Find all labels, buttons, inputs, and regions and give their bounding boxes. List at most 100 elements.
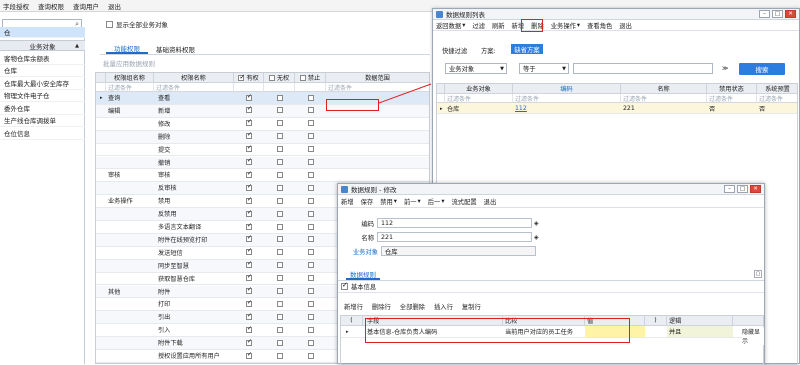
filter-cell[interactable]: 过滤条件 bbox=[106, 83, 154, 92]
checkbox[interactable] bbox=[276, 223, 283, 230]
checkbox[interactable] bbox=[276, 171, 283, 178]
data-scope-cell[interactable] bbox=[326, 118, 429, 129]
tab-basic-perm[interactable]: 基础资料权限 bbox=[148, 43, 203, 54]
tab-data-rule[interactable]: 数据规则 bbox=[346, 269, 380, 280]
checkbox[interactable] bbox=[299, 74, 306, 81]
filter-cell[interactable]: 过滤条件 bbox=[445, 94, 513, 103]
filter-cell[interactable] bbox=[234, 83, 264, 92]
checkbox[interactable] bbox=[307, 223, 314, 230]
minimize-icon[interactable]: – bbox=[759, 10, 770, 18]
checkbox[interactable] bbox=[246, 105, 252, 114]
checkbox[interactable] bbox=[307, 236, 314, 243]
default-scheme-button[interactable]: 缺省方案 bbox=[511, 44, 543, 54]
filter-value-input[interactable] bbox=[573, 63, 713, 74]
checkbox[interactable] bbox=[276, 262, 283, 269]
list-item[interactable]: 物理文件电子仓 bbox=[0, 90, 85, 102]
checkbox[interactable] bbox=[276, 300, 283, 307]
basic-info-section[interactable]: 基本信息 bbox=[341, 281, 376, 291]
checkbox[interactable] bbox=[246, 312, 252, 320]
tb-add[interactable]: 新增 bbox=[341, 197, 354, 206]
checkbox[interactable] bbox=[307, 184, 314, 191]
checkbox[interactable] bbox=[307, 197, 314, 204]
checkbox[interactable] bbox=[307, 313, 314, 320]
checkbox[interactable] bbox=[246, 157, 252, 165]
name-field[interactable]: 221 bbox=[377, 232, 532, 242]
filter-cell[interactable]: 过滤条件 bbox=[757, 94, 797, 103]
search-button[interactable]: 搜索 bbox=[739, 63, 785, 75]
checkbox[interactable] bbox=[276, 197, 283, 204]
operator-select[interactable]: 等于 ▼ bbox=[519, 63, 569, 74]
checkbox[interactable] bbox=[307, 339, 314, 346]
filter-cell[interactable] bbox=[437, 94, 445, 103]
checkbox[interactable] bbox=[246, 222, 252, 230]
sort-icon[interactable]: ▲ bbox=[75, 43, 79, 49]
close-icon[interactable]: ✕ bbox=[785, 10, 796, 18]
lang-icon[interactable]: ◈ bbox=[534, 220, 539, 227]
menu-query-user[interactable]: 查询用户 bbox=[73, 1, 99, 11]
checkbox[interactable] bbox=[276, 275, 283, 282]
checkbox[interactable] bbox=[307, 288, 314, 294]
filter-cell[interactable]: 过滤条件 bbox=[513, 94, 621, 103]
checkbox[interactable] bbox=[246, 234, 252, 243]
table-row[interactable]: 修改 bbox=[96, 118, 429, 131]
filter-cell[interactable]: 过滤条件 bbox=[326, 83, 429, 92]
checkbox[interactable] bbox=[246, 351, 252, 359]
list-item[interactable]: 仓 bbox=[0, 27, 85, 38]
tb-filter[interactable]: 过滤 bbox=[472, 21, 485, 30]
insert-row-button[interactable]: 插入行 bbox=[434, 302, 453, 311]
table-row[interactable]: 审核 审核 bbox=[96, 169, 429, 183]
checkbox[interactable] bbox=[238, 73, 245, 82]
code-cell[interactable]: 112 bbox=[513, 103, 621, 114]
checkbox[interactable] bbox=[276, 249, 283, 256]
filter-cell[interactable] bbox=[295, 83, 326, 92]
table-row[interactable]: ▸ 仓库 112 221 否 否 bbox=[437, 103, 797, 115]
filter-cell[interactable] bbox=[96, 83, 106, 92]
maximize-icon[interactable]: □ bbox=[737, 185, 748, 193]
business-object-label[interactable]: 业务对象 bbox=[346, 247, 378, 256]
checkbox[interactable] bbox=[276, 146, 283, 153]
checkbox[interactable] bbox=[246, 273, 252, 282]
checkbox[interactable] bbox=[307, 107, 314, 114]
checkbox[interactable] bbox=[246, 144, 252, 153]
checkbox[interactable] bbox=[307, 275, 314, 282]
delete-row-button[interactable]: 删除行 bbox=[372, 302, 391, 311]
tb-exit[interactable]: 退出 bbox=[619, 21, 632, 30]
checkbox[interactable] bbox=[307, 120, 314, 127]
list-item[interactable]: 仓位信息 bbox=[0, 127, 85, 140]
data-scope-cell[interactable] bbox=[326, 131, 429, 142]
checkbox[interactable] bbox=[276, 352, 283, 359]
checkbox[interactable] bbox=[276, 313, 283, 320]
data-scope-cell[interactable] bbox=[326, 157, 429, 168]
maximize-icon[interactable]: □ bbox=[772, 10, 783, 18]
tb-flow-config[interactable]: 流式配置 bbox=[451, 197, 476, 206]
list-item[interactable]: 生产线仓库调拨单 bbox=[0, 115, 85, 127]
tb-exit[interactable]: 退出 bbox=[484, 197, 497, 206]
table-row[interactable]: 提交 bbox=[96, 144, 429, 157]
close-icon[interactable]: ✕ bbox=[750, 185, 761, 193]
menu-field-auth[interactable]: 字段授权 bbox=[3, 1, 29, 11]
checkbox[interactable] bbox=[246, 131, 252, 140]
table-row[interactable]: 撤销 bbox=[96, 156, 429, 170]
delete-all-button[interactable]: 全部删除 bbox=[400, 302, 425, 311]
add-row-button[interactable]: 新增行 bbox=[344, 302, 363, 311]
checkbox[interactable] bbox=[246, 209, 252, 217]
hide-show-text[interactable]: 隐藏显示 bbox=[742, 327, 764, 345]
tb-view-roles[interactable]: 查看角色 bbox=[587, 21, 612, 30]
checkbox[interactable] bbox=[276, 210, 283, 217]
tab-function-perm[interactable]: 功能权限 bbox=[106, 43, 148, 54]
tb-save[interactable]: 保存 bbox=[361, 197, 374, 206]
field-select[interactable]: 业务对象 ▼ bbox=[445, 63, 507, 74]
checkbox[interactable] bbox=[268, 74, 275, 81]
expand-icon[interactable]: ≫ bbox=[722, 65, 728, 72]
checkbox[interactable] bbox=[276, 107, 283, 114]
checkbox[interactable] bbox=[307, 159, 314, 165]
minimize-icon[interactable]: – bbox=[724, 185, 735, 193]
menu-exit[interactable]: 退出 bbox=[108, 1, 121, 11]
code-field[interactable]: 112 bbox=[377, 218, 532, 228]
filter-cell[interactable]: 过滤条件 bbox=[154, 83, 234, 92]
checkbox[interactable] bbox=[307, 300, 314, 307]
tb-return-data[interactable]: 返回数据 bbox=[436, 21, 461, 30]
checkbox[interactable] bbox=[307, 133, 314, 140]
checkbox[interactable] bbox=[307, 94, 314, 101]
checkbox[interactable] bbox=[276, 236, 283, 243]
